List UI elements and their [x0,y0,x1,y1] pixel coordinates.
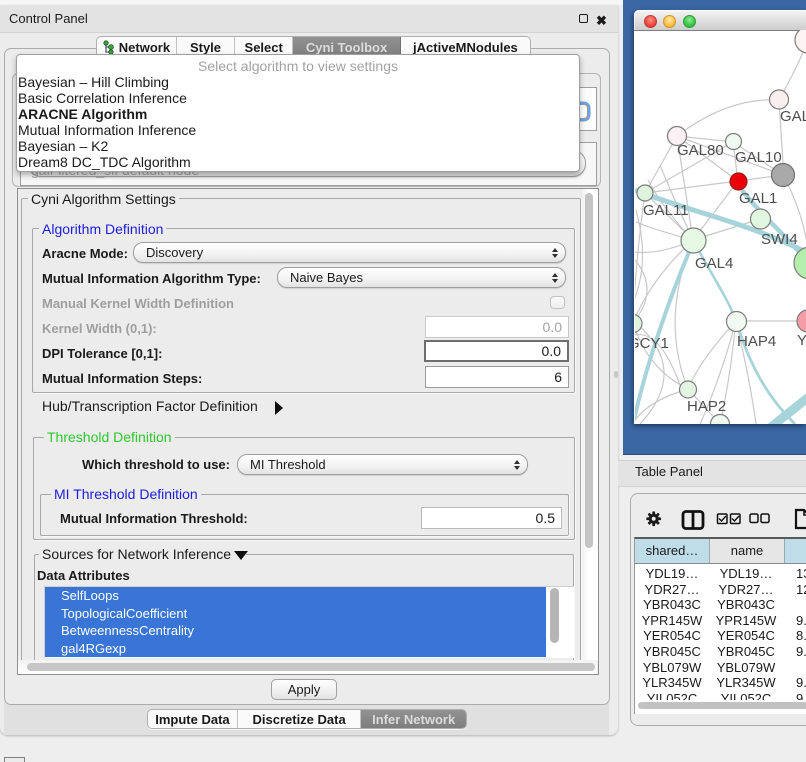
svg-text:GAL4: GAL4 [695,255,733,272]
svg-text:GAL11: GAL11 [643,202,689,219]
svg-text:HAP4: HAP4 [737,333,776,350]
svg-text:GAL1: GAL1 [739,190,777,207]
svg-text:GAL7: GAL7 [780,108,806,125]
svg-text:SWI4: SWI4 [761,231,798,248]
svg-text:YJR048W: YJR048W [797,332,806,349]
svg-text:GAL80: GAL80 [677,142,724,159]
svg-text:GAL10: GAL10 [735,149,782,166]
svg-text:GCY1: GCY1 [635,335,669,352]
svg-text:HAP2: HAP2 [687,398,726,415]
